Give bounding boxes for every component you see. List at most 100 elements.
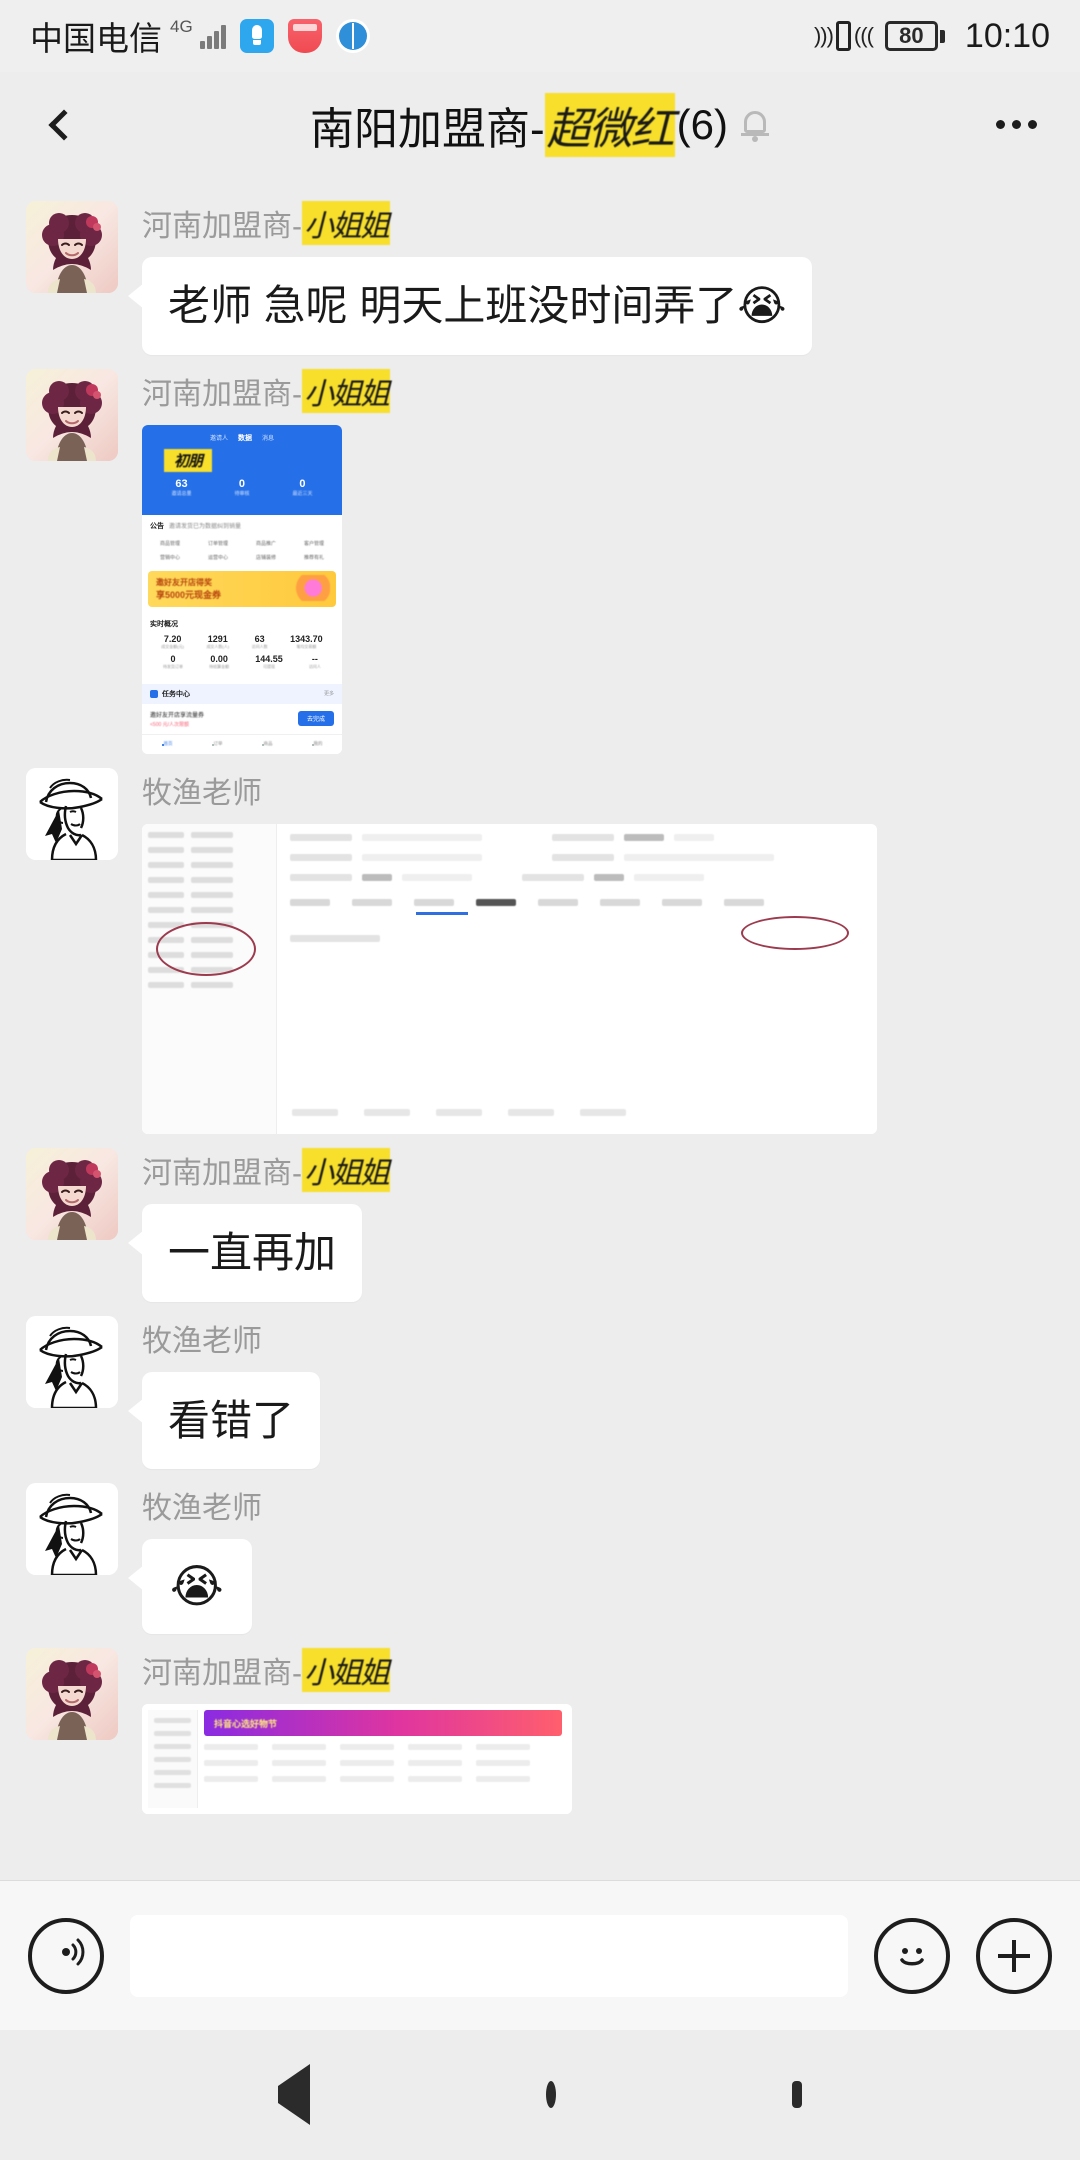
sender-name: 河南加盟商- 小姐姐 — [142, 1147, 390, 1192]
system-navigation-bar — [0, 2030, 1080, 2160]
emoji-picker-button[interactable] — [874, 1917, 950, 1994]
anime-girl-avatar — [26, 1648, 118, 1741]
tab-home: 首页 — [161, 740, 173, 746]
emoji-smile-icon — [878, 1922, 946, 1990]
message-bubble-emoji[interactable]: 😭 — [128, 1539, 252, 1635]
signal-bars-icon — [199, 23, 226, 49]
cowboy-line-art-avatar — [26, 767, 118, 860]
message-bubble[interactable]: 看错了 — [127, 1371, 321, 1470]
image-message[interactable] — [142, 823, 877, 1134]
dashboard-stat: 63 邀请总量 — [171, 478, 191, 497]
add-attachment-button[interactable] — [976, 1917, 1052, 1994]
realtime-stat: 1291 成交人数(人) — [206, 633, 230, 649]
realtime-overview: 实时概况 7.20 成交金额(元) 1291 成交人数(人) 63 访问人数 1343… — [142, 612, 342, 680]
system-recents-button[interactable] — [792, 2081, 802, 2108]
realtime-stat: -- 访问人 — [308, 653, 321, 669]
back-button[interactable] — [34, 95, 94, 155]
avatar[interactable] — [26, 368, 118, 461]
dashboard-icon-grid: 商品管理 订单管理 商品推广 客户管理 营销中心 运营中心 店铺装修 推荐有礼 — [142, 536, 342, 569]
grid-item: 推荐有礼 — [303, 554, 324, 561]
voice-input-button[interactable] — [28, 1917, 104, 1994]
task-item-label: 邀好友开店享流量券 — [150, 712, 205, 719]
image-message[interactable]: 邀请人 数据 消息 初朋 63 邀请总量 0 待审核 0 最近三天 公告 邀请发… — [142, 424, 342, 754]
avatar[interactable] — [26, 1147, 118, 1240]
vibrate-icon: )))((( — [814, 21, 874, 51]
realtime-title: 实时概况 — [150, 620, 178, 628]
system-back-button[interactable] — [278, 2064, 310, 2125]
message-body: 河南加盟商- 小姐姐 一直再加 — [127, 1147, 390, 1302]
stat-label: 待审核 — [234, 490, 250, 497]
erp-form-screenshot — [142, 823, 877, 1134]
sender-name: 河南加盟商- 小姐姐 — [142, 1648, 390, 1693]
grid-item: 客户管理 — [303, 540, 324, 547]
avatar[interactable] — [26, 201, 118, 293]
chat-title-wrap: 南阳加盟商- 超微红 (6) — [0, 92, 1080, 157]
image-message[interactable]: 抖音心选好物节 — [142, 1704, 572, 1815]
chat-title-prefix: 南阳加盟商- — [310, 104, 545, 154]
back-chevron-icon — [48, 108, 80, 141]
red-circle-highlight — [156, 921, 256, 976]
status-bar-left: 中国电信 4G — [30, 12, 370, 60]
message-item: 河南加盟商- 小姐姐 邀请人 数据 消息 初朋 63 邀请总量 0 待审核 0 … — [0, 359, 1080, 758]
tab-profile: 我的 — [311, 740, 323, 746]
globe-app-icon — [335, 19, 370, 53]
avatar[interactable] — [26, 1648, 118, 1741]
erp-footer-row — [292, 1108, 865, 1116]
notice-text: 邀请发货已为数据纠到销量 — [169, 524, 242, 531]
sender-name-redacted: 小姐姐 — [302, 368, 390, 413]
clock-label: 10:10 — [964, 16, 1050, 55]
message-item: 牧渔老师 😭 — [0, 1473, 1080, 1638]
message-item: 河南加盟商- 小姐姐 老师 急呢 明天上班没时间弄了😭 — [0, 191, 1080, 359]
realtime-row: 7.20 成交金额(元) 1291 成交人数(人) 63 访问人数 1343.70 笔均… — [150, 634, 334, 650]
sender-name-redacted: 小姐姐 — [302, 201, 390, 245]
message-input-bar — [0, 1880, 1080, 2030]
wechat-group-chat-screen: 中国电信 4G )))((( 80 10:10 南阳加盟商- 超微红 (6) 河… — [0, 0, 1080, 2160]
red-app-icon — [287, 19, 322, 53]
message-list[interactable]: 河南加盟商- 小姐姐 老师 急呢 明天上班没时间弄了😭 河南加盟商- 小姐姐 邀… — [0, 177, 1080, 1880]
avatar[interactable] — [26, 1315, 118, 1408]
avatar[interactable] — [26, 1483, 118, 1576]
battery-level-label: 80 — [899, 23, 924, 48]
stat-value: 0 — [299, 477, 306, 490]
sender-name-redacted: 小姐姐 — [302, 1648, 390, 1693]
task-action-button: 去完成 — [297, 711, 334, 727]
message-text-input[interactable] — [130, 1914, 848, 1997]
cowboy-line-art-avatar — [26, 1315, 118, 1408]
erp-form-area — [278, 824, 877, 1134]
message-bubble[interactable]: 老师 急呢 明天上班没时间弄了😭 — [127, 257, 813, 355]
task-more-label: 更多 — [323, 691, 334, 698]
realtime-stat: 144.55 可提现 — [255, 653, 283, 669]
grid-item: 订单管理 — [207, 540, 228, 547]
system-recents-square-icon — [792, 2081, 802, 2108]
message-bubble[interactable]: 一直再加 — [127, 1203, 363, 1302]
message-body: 牧渔老师 😭 — [128, 1483, 262, 1635]
red-circle-highlight-2 — [741, 915, 849, 950]
promo-banner: 邀好友开店得奖 享5000元现金券 — [148, 570, 336, 607]
stat-label: 最近三天 — [292, 490, 313, 497]
grid-item: 运营中心 — [207, 554, 228, 561]
sender-name: 河南加盟商- 小姐姐 — [142, 201, 390, 245]
more-options-button[interactable] — [986, 95, 1046, 155]
dashboard-screenshot: 邀请人 数据 消息 初朋 63 邀请总量 0 待审核 0 最近三天 公告 邀请发… — [142, 424, 342, 754]
grid-item: 商品管理 — [159, 540, 180, 547]
task-row: 邀好友开店享流量券 <500 元/人次限额 去完成 — [142, 703, 342, 734]
member-count-label: (6) — [676, 100, 728, 148]
system-home-button[interactable] — [546, 2081, 556, 2108]
dashboard-header-tabs: 邀请人 数据 消息 — [150, 433, 334, 446]
stat-value: 63 — [175, 477, 188, 490]
voice-input-icon — [44, 1930, 88, 1981]
bell-muted-icon[interactable] — [740, 108, 770, 142]
status-bar-right: )))((( 80 10:10 — [814, 17, 1050, 56]
sender-name: 河南加盟商- 小姐姐 — [142, 368, 390, 413]
battery-indicator: 80 — [884, 21, 945, 51]
blue-app-icon — [239, 19, 274, 53]
message-body: 牧渔老师 看错了 — [127, 1316, 321, 1470]
ad-banner-text: 抖音心选好物节 — [214, 1718, 278, 1729]
dashboard-tab-bar: 首页 订单 商品 我的 — [142, 733, 342, 754]
cowboy-line-art-avatar — [26, 1483, 118, 1576]
dashboard-notice: 公告 邀请发货已为数据纠到销量 — [142, 514, 342, 537]
grid-item: 商品推广 — [255, 540, 276, 547]
tab-products: 商品 — [261, 740, 273, 746]
avatar[interactable] — [26, 767, 118, 860]
chat-header: 南阳加盟商- 超微红 (6) — [0, 72, 1080, 177]
